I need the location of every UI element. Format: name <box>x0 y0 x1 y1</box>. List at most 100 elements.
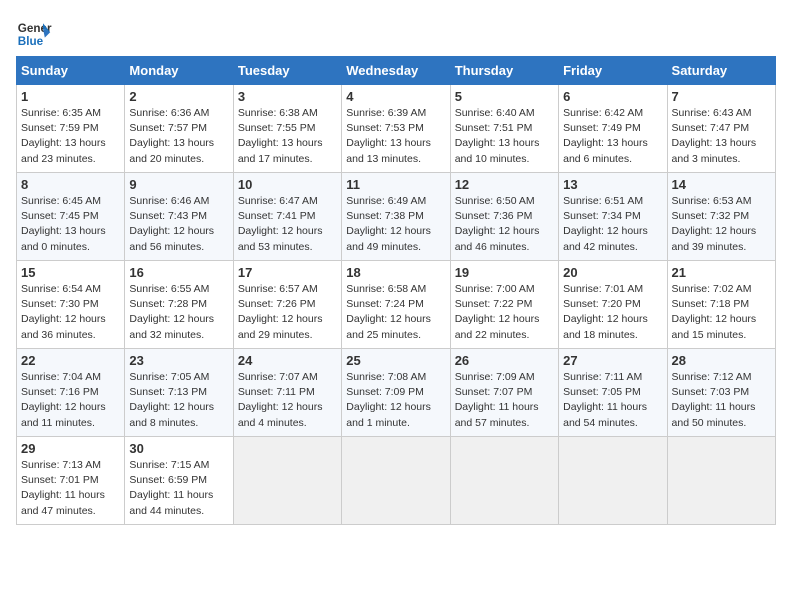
calendar-day-cell: 14 Sunrise: 6:53 AMSunset: 7:32 PMDaylig… <box>667 173 775 261</box>
calendar-day-cell: 25 Sunrise: 7:08 AMSunset: 7:09 PMDaylig… <box>342 349 450 437</box>
weekday-header-wednesday: Wednesday <box>342 57 450 85</box>
calendar-day-cell: 3 Sunrise: 6:38 AMSunset: 7:55 PMDayligh… <box>233 85 341 173</box>
day-number: 18 <box>346 265 445 280</box>
day-number: 26 <box>455 353 554 368</box>
weekday-header-row: SundayMondayTuesdayWednesdayThursdayFrid… <box>17 57 776 85</box>
day-detail: Sunrise: 7:01 AMSunset: 7:20 PMDaylight:… <box>563 283 648 341</box>
day-detail: Sunrise: 6:43 AMSunset: 7:47 PMDaylight:… <box>672 107 757 165</box>
day-number: 23 <box>129 353 228 368</box>
calendar-day-cell: 29 Sunrise: 7:13 AMSunset: 7:01 PMDaylig… <box>17 437 125 525</box>
calendar-day-cell: 17 Sunrise: 6:57 AMSunset: 7:26 PMDaylig… <box>233 261 341 349</box>
day-detail: Sunrise: 7:04 AMSunset: 7:16 PMDaylight:… <box>21 371 106 429</box>
calendar-day-cell: 7 Sunrise: 6:43 AMSunset: 7:47 PMDayligh… <box>667 85 775 173</box>
day-number: 6 <box>563 89 662 104</box>
day-number: 1 <box>21 89 120 104</box>
day-detail: Sunrise: 6:57 AMSunset: 7:26 PMDaylight:… <box>238 283 323 341</box>
calendar-day-cell <box>559 437 667 525</box>
day-detail: Sunrise: 6:53 AMSunset: 7:32 PMDaylight:… <box>672 195 757 253</box>
calendar-week-row: 15 Sunrise: 6:54 AMSunset: 7:30 PMDaylig… <box>17 261 776 349</box>
day-detail: Sunrise: 6:51 AMSunset: 7:34 PMDaylight:… <box>563 195 648 253</box>
day-detail: Sunrise: 6:47 AMSunset: 7:41 PMDaylight:… <box>238 195 323 253</box>
calendar-day-cell: 11 Sunrise: 6:49 AMSunset: 7:38 PMDaylig… <box>342 173 450 261</box>
calendar-day-cell: 24 Sunrise: 7:07 AMSunset: 7:11 PMDaylig… <box>233 349 341 437</box>
day-number: 24 <box>238 353 337 368</box>
day-detail: Sunrise: 6:38 AMSunset: 7:55 PMDaylight:… <box>238 107 323 165</box>
weekday-header-saturday: Saturday <box>667 57 775 85</box>
day-detail: Sunrise: 7:00 AMSunset: 7:22 PMDaylight:… <box>455 283 540 341</box>
day-number: 14 <box>672 177 771 192</box>
calendar-day-cell: 15 Sunrise: 6:54 AMSunset: 7:30 PMDaylig… <box>17 261 125 349</box>
weekday-header-monday: Monday <box>125 57 233 85</box>
day-number: 16 <box>129 265 228 280</box>
day-number: 7 <box>672 89 771 104</box>
calendar-day-cell: 8 Sunrise: 6:45 AMSunset: 7:45 PMDayligh… <box>17 173 125 261</box>
calendar-week-row: 8 Sunrise: 6:45 AMSunset: 7:45 PMDayligh… <box>17 173 776 261</box>
day-number: 11 <box>346 177 445 192</box>
day-number: 13 <box>563 177 662 192</box>
logo-icon: General Blue <box>16 16 52 52</box>
weekday-header-sunday: Sunday <box>17 57 125 85</box>
weekday-header-tuesday: Tuesday <box>233 57 341 85</box>
day-detail: Sunrise: 6:55 AMSunset: 7:28 PMDaylight:… <box>129 283 214 341</box>
logo: General Blue <box>16 16 52 52</box>
calendar-day-cell: 19 Sunrise: 7:00 AMSunset: 7:22 PMDaylig… <box>450 261 558 349</box>
calendar-week-row: 29 Sunrise: 7:13 AMSunset: 7:01 PMDaylig… <box>17 437 776 525</box>
day-number: 28 <box>672 353 771 368</box>
calendar-day-cell: 27 Sunrise: 7:11 AMSunset: 7:05 PMDaylig… <box>559 349 667 437</box>
day-detail: Sunrise: 6:36 AMSunset: 7:57 PMDaylight:… <box>129 107 214 165</box>
day-number: 17 <box>238 265 337 280</box>
day-detail: Sunrise: 7:13 AMSunset: 7:01 PMDaylight:… <box>21 459 105 517</box>
day-detail: Sunrise: 7:11 AMSunset: 7:05 PMDaylight:… <box>563 371 647 429</box>
day-number: 9 <box>129 177 228 192</box>
calendar-day-cell: 30 Sunrise: 7:15 AMSunset: 6:59 PMDaylig… <box>125 437 233 525</box>
day-detail: Sunrise: 6:42 AMSunset: 7:49 PMDaylight:… <box>563 107 648 165</box>
calendar-day-cell: 26 Sunrise: 7:09 AMSunset: 7:07 PMDaylig… <box>450 349 558 437</box>
day-number: 8 <box>21 177 120 192</box>
calendar-header: SundayMondayTuesdayWednesdayThursdayFrid… <box>17 57 776 85</box>
calendar-day-cell: 1 Sunrise: 6:35 AMSunset: 7:59 PMDayligh… <box>17 85 125 173</box>
day-number: 29 <box>21 441 120 456</box>
calendar-day-cell: 5 Sunrise: 6:40 AMSunset: 7:51 PMDayligh… <box>450 85 558 173</box>
day-detail: Sunrise: 6:54 AMSunset: 7:30 PMDaylight:… <box>21 283 106 341</box>
day-detail: Sunrise: 6:58 AMSunset: 7:24 PMDaylight:… <box>346 283 431 341</box>
day-number: 30 <box>129 441 228 456</box>
day-number: 4 <box>346 89 445 104</box>
calendar-day-cell: 2 Sunrise: 6:36 AMSunset: 7:57 PMDayligh… <box>125 85 233 173</box>
calendar-body: 1 Sunrise: 6:35 AMSunset: 7:59 PMDayligh… <box>17 85 776 525</box>
calendar-day-cell: 9 Sunrise: 6:46 AMSunset: 7:43 PMDayligh… <box>125 173 233 261</box>
day-number: 21 <box>672 265 771 280</box>
calendar-day-cell: 18 Sunrise: 6:58 AMSunset: 7:24 PMDaylig… <box>342 261 450 349</box>
page-header: General Blue <box>16 16 776 52</box>
day-number: 2 <box>129 89 228 104</box>
calendar-day-cell <box>233 437 341 525</box>
day-detail: Sunrise: 7:09 AMSunset: 7:07 PMDaylight:… <box>455 371 539 429</box>
day-detail: Sunrise: 7:08 AMSunset: 7:09 PMDaylight:… <box>346 371 431 429</box>
calendar-day-cell: 12 Sunrise: 6:50 AMSunset: 7:36 PMDaylig… <box>450 173 558 261</box>
day-detail: Sunrise: 7:05 AMSunset: 7:13 PMDaylight:… <box>129 371 214 429</box>
calendar-day-cell: 13 Sunrise: 6:51 AMSunset: 7:34 PMDaylig… <box>559 173 667 261</box>
day-number: 27 <box>563 353 662 368</box>
calendar-day-cell <box>450 437 558 525</box>
day-detail: Sunrise: 6:45 AMSunset: 7:45 PMDaylight:… <box>21 195 106 253</box>
calendar-day-cell <box>342 437 450 525</box>
day-number: 10 <box>238 177 337 192</box>
day-number: 3 <box>238 89 337 104</box>
day-number: 15 <box>21 265 120 280</box>
calendar-day-cell: 20 Sunrise: 7:01 AMSunset: 7:20 PMDaylig… <box>559 261 667 349</box>
calendar-day-cell: 16 Sunrise: 6:55 AMSunset: 7:28 PMDaylig… <box>125 261 233 349</box>
day-number: 20 <box>563 265 662 280</box>
day-number: 5 <box>455 89 554 104</box>
day-detail: Sunrise: 6:40 AMSunset: 7:51 PMDaylight:… <box>455 107 540 165</box>
calendar-day-cell: 10 Sunrise: 6:47 AMSunset: 7:41 PMDaylig… <box>233 173 341 261</box>
calendar-week-row: 1 Sunrise: 6:35 AMSunset: 7:59 PMDayligh… <box>17 85 776 173</box>
calendar-day-cell: 23 Sunrise: 7:05 AMSunset: 7:13 PMDaylig… <box>125 349 233 437</box>
calendar-day-cell: 28 Sunrise: 7:12 AMSunset: 7:03 PMDaylig… <box>667 349 775 437</box>
day-detail: Sunrise: 7:07 AMSunset: 7:11 PMDaylight:… <box>238 371 323 429</box>
calendar-day-cell: 21 Sunrise: 7:02 AMSunset: 7:18 PMDaylig… <box>667 261 775 349</box>
day-detail: Sunrise: 6:35 AMSunset: 7:59 PMDaylight:… <box>21 107 106 165</box>
day-number: 12 <box>455 177 554 192</box>
day-detail: Sunrise: 7:02 AMSunset: 7:18 PMDaylight:… <box>672 283 757 341</box>
day-detail: Sunrise: 6:49 AMSunset: 7:38 PMDaylight:… <box>346 195 431 253</box>
calendar-day-cell: 6 Sunrise: 6:42 AMSunset: 7:49 PMDayligh… <box>559 85 667 173</box>
day-number: 19 <box>455 265 554 280</box>
